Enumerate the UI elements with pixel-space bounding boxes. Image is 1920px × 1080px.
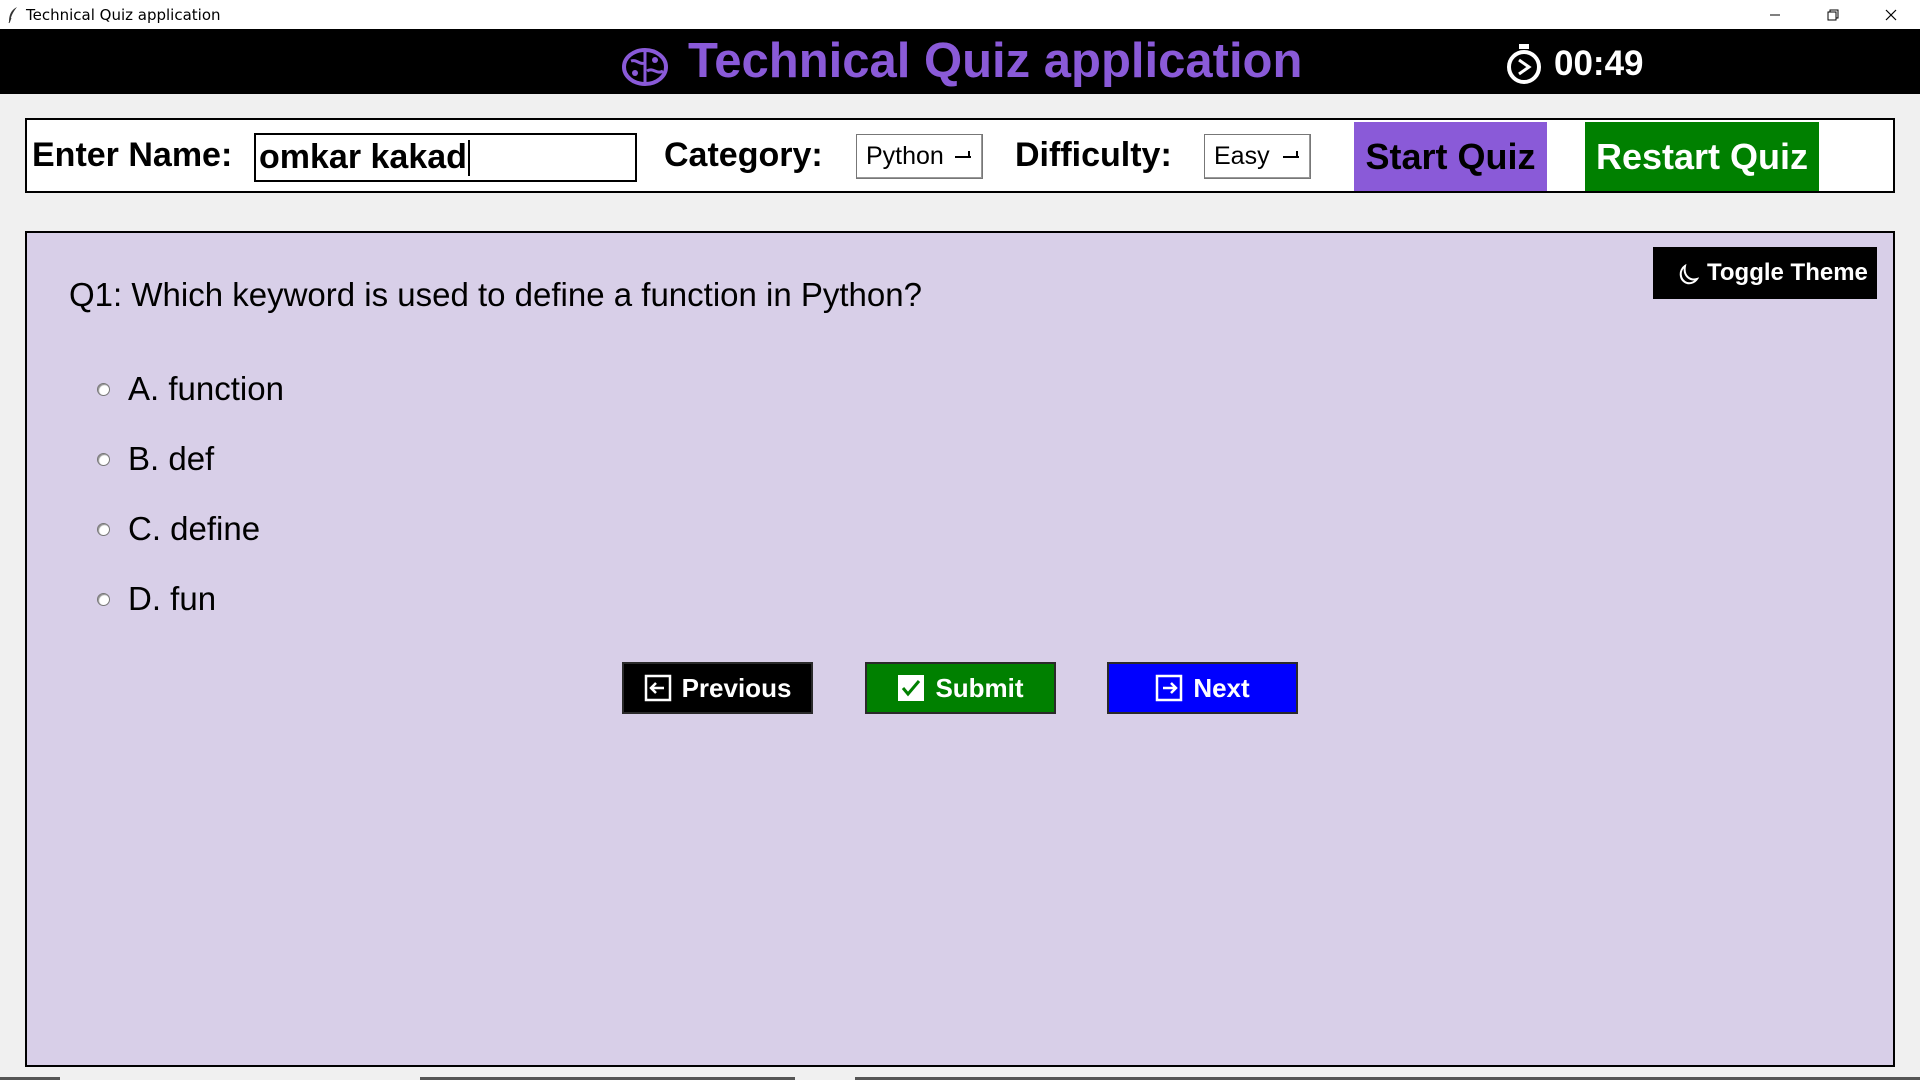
option-b[interactable]: B. def — [97, 437, 214, 481]
toggle-theme-label: Toggle Theme — [1707, 259, 1868, 286]
option-label: C. define — [128, 510, 261, 547]
close-button[interactable] — [1862, 0, 1920, 29]
name-label: Enter Name: — [32, 136, 233, 174]
option-label: D. fun — [128, 580, 217, 617]
next-button[interactable]: Next — [1107, 662, 1298, 714]
next-label: Next — [1193, 672, 1250, 703]
text-caret — [468, 140, 470, 176]
submit-button[interactable]: Submit — [865, 662, 1056, 714]
close-icon — [1885, 9, 1897, 20]
option-c[interactable]: C. define — [97, 507, 260, 551]
checkmark-icon — [898, 675, 925, 701]
category-select[interactable]: Python — [856, 134, 983, 179]
option-label: A. function — [128, 370, 284, 407]
restore-icon — [1827, 9, 1839, 20]
moon-icon — [1679, 263, 1699, 285]
minimize-button[interactable] — [1746, 0, 1804, 29]
name-input[interactable] — [254, 133, 637, 182]
header-banner: Technical Quiz application 00:49 — [0, 29, 1920, 94]
option-d[interactable]: D. fun — [97, 577, 216, 621]
radio-button[interactable] — [97, 382, 110, 396]
option-label: B. def — [128, 440, 215, 477]
brain-icon — [622, 48, 668, 86]
minimize-icon — [1770, 14, 1780, 15]
category-select-value: Python — [866, 142, 944, 170]
restart-quiz-button[interactable]: Restart Quiz — [1585, 122, 1819, 191]
stopwatch-icon — [1507, 44, 1541, 84]
previous-label: Previous — [681, 672, 792, 703]
option-a[interactable]: A. function — [97, 367, 284, 411]
radio-button[interactable] — [97, 592, 110, 606]
restore-button[interactable] — [1804, 0, 1862, 29]
quiz-panel: Toggle Theme Q1: Which keyword is used t… — [25, 231, 1895, 1067]
arrow-left-icon — [644, 674, 671, 702]
dropdown-indicator-icon — [1283, 151, 1299, 158]
difficulty-label: Difficulty: — [1015, 136, 1172, 174]
start-quiz-button[interactable]: Start Quiz — [1354, 122, 1547, 191]
window-title: Technical Quiz application — [26, 5, 221, 24]
window-titlebar: Technical Quiz application — [0, 0, 1920, 29]
dropdown-indicator-icon — [955, 151, 971, 158]
difficulty-select[interactable]: Easy — [1204, 134, 1311, 179]
toggle-theme-button[interactable]: Toggle Theme — [1653, 247, 1877, 299]
category-label: Category: — [664, 136, 823, 174]
controls-panel: Enter Name: Category: Python Difficulty:… — [25, 118, 1895, 193]
radio-button[interactable] — [97, 522, 110, 536]
submit-label: Submit — [935, 672, 1024, 703]
difficulty-select-value: Easy — [1214, 142, 1270, 170]
app-heading: Technical Quiz application — [688, 34, 1303, 88]
timer-display: 00:49 — [1554, 44, 1644, 83]
radio-button[interactable] — [97, 452, 110, 466]
window-controls — [1746, 0, 1920, 29]
previous-button[interactable]: Previous — [622, 662, 813, 714]
feather-icon — [7, 6, 21, 24]
question-text: Q1: Which keyword is used to define a fu… — [69, 276, 922, 313]
arrow-right-icon — [1156, 674, 1183, 702]
